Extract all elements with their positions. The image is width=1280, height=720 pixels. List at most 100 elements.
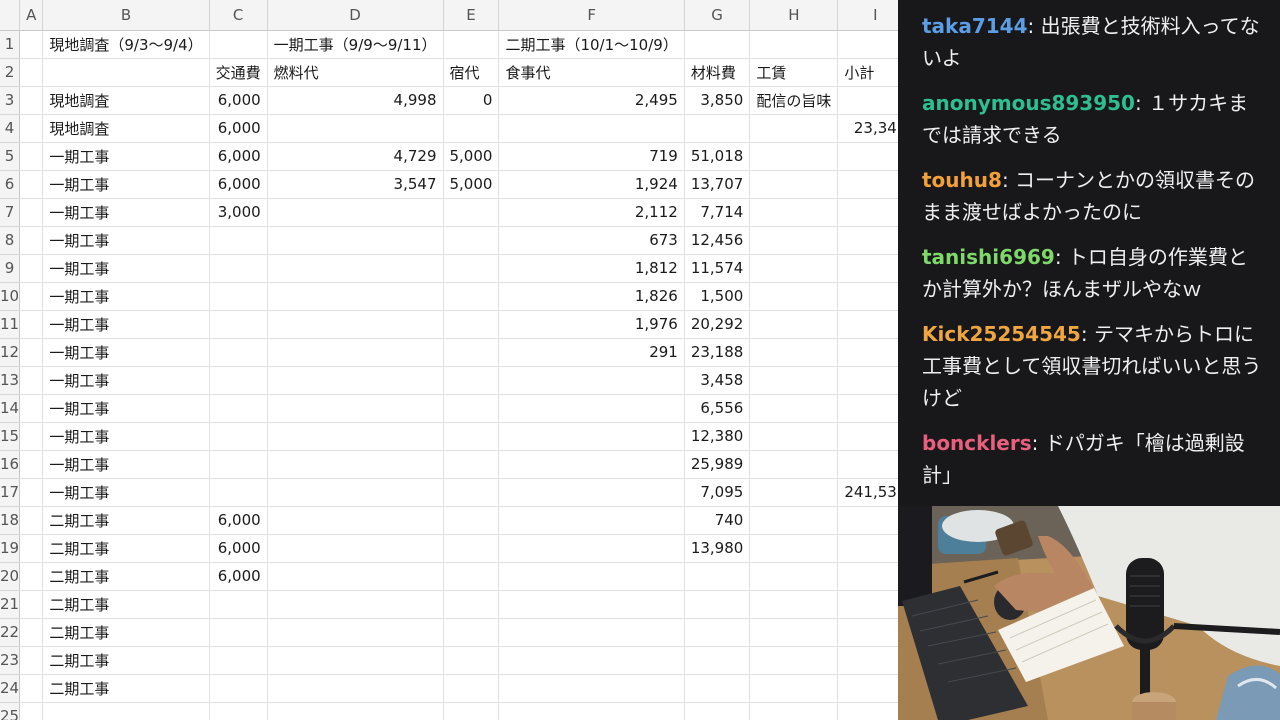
cell-b23[interactable]: 二期工事 [42,646,210,675]
cell-e25[interactable] [443,702,500,720]
cell-d22[interactable] [267,618,444,647]
cell-h12[interactable] [749,338,839,367]
cell-a10[interactable] [19,282,44,311]
cell-c4[interactable]: 6,000 [209,114,268,143]
sheet-grid[interactable]: ABCDEFGHIJK 1 現地調査（9/3～9/4） 一期工事（9/9～9/11）… [0,0,898,720]
cell-e5[interactable]: 5,000 [443,142,500,171]
cell-d19[interactable] [267,534,444,563]
cell-h14[interactable] [749,394,839,423]
cell-f11[interactable]: 1,976 [498,310,685,339]
cell-b18[interactable]: 二期工事 [42,506,210,535]
cell-i20[interactable] [837,562,898,591]
cell-c21[interactable] [209,590,268,619]
cell-i12[interactable] [837,338,898,367]
cell-f20[interactable] [498,562,685,591]
cell-g23[interactable] [684,646,751,675]
chat-username[interactable]: anonymous893950 [922,91,1135,115]
cell-f9[interactable]: 1,812 [498,254,685,283]
cell-f3[interactable]: 2,495 [498,86,685,115]
cell-b9[interactable]: 一期工事 [42,254,210,283]
cell-e3[interactable]: 0 [443,86,500,115]
cell-a9[interactable] [19,254,44,283]
cell-f24[interactable] [498,674,685,703]
cell-c23[interactable] [209,646,268,675]
cell-g18[interactable]: 740 [684,506,751,535]
cell-c10[interactable] [209,282,268,311]
column-header-h[interactable]: H [749,0,839,31]
cell-d21[interactable] [267,590,444,619]
cell-b21[interactable]: 二期工事 [42,590,210,619]
cell-f18[interactable] [498,506,685,535]
cell-d20[interactable] [267,562,444,591]
cell-a18[interactable] [19,506,44,535]
cell-b7[interactable]: 一期工事 [42,198,210,227]
chat-username[interactable]: boncklers [922,431,1032,455]
cell-d15[interactable] [267,422,444,451]
cell-c20[interactable]: 6,000 [209,562,268,591]
cell-a2[interactable] [19,58,44,87]
cell-c24[interactable] [209,674,268,703]
column-header-a[interactable]: A [19,0,44,31]
cell-d13[interactable] [267,366,444,395]
cell-e20[interactable] [443,562,500,591]
cell-b6[interactable]: 一期工事 [42,170,210,199]
cell-f14[interactable] [498,394,685,423]
row-header[interactable]: 23 [0,646,21,675]
row-header[interactable]: 6 [0,170,21,199]
cell-e24[interactable] [443,674,500,703]
cell-c1[interactable] [209,30,268,59]
cell-d6[interactable]: 3,547 [267,170,444,199]
cell-d24[interactable] [267,674,444,703]
cell-i19[interactable] [837,534,898,563]
cell-h1[interactable] [749,30,839,59]
cell-g2[interactable]: 材料費 [684,58,751,87]
column-header-d[interactable]: D [267,0,444,31]
cell-a14[interactable] [19,394,44,423]
spreadsheet[interactable]: ABCDEFGHIJK 1 現地調査（9/3～9/4） 一期工事（9/9～9/11）… [0,0,898,720]
cell-b1[interactable]: 現地調査（9/3～9/4） [42,30,210,59]
cell-a1[interactable] [19,30,44,59]
cell-d2[interactable]: 燃料代 [267,58,444,87]
cell-i22[interactable] [837,618,898,647]
cell-a20[interactable] [19,562,44,591]
cell-g11[interactable]: 20,292 [684,310,751,339]
cell-c3[interactable]: 6,000 [209,86,268,115]
cell-b22[interactable]: 二期工事 [42,618,210,647]
cell-c9[interactable] [209,254,268,283]
cell-b5[interactable]: 一期工事 [42,142,210,171]
cell-e15[interactable] [443,422,500,451]
cell-a3[interactable] [19,86,44,115]
cell-b25[interactable] [42,702,210,720]
cell-b14[interactable]: 一期工事 [42,394,210,423]
cell-g15[interactable]: 12,380 [684,422,751,451]
cell-g21[interactable] [684,590,751,619]
cell-f25[interactable] [498,702,685,720]
row-header[interactable]: 16 [0,450,21,479]
cell-f13[interactable] [498,366,685,395]
cell-h8[interactable] [749,226,839,255]
cell-i15[interactable] [837,422,898,451]
cell-e21[interactable] [443,590,500,619]
cell-a4[interactable] [19,114,44,143]
cell-g4[interactable] [684,114,751,143]
cell-b20[interactable]: 二期工事 [42,562,210,591]
cell-b17[interactable]: 一期工事 [42,478,210,507]
cell-i10[interactable] [837,282,898,311]
row-header[interactable]: 19 [0,534,21,563]
cell-g12[interactable]: 23,188 [684,338,751,367]
cell-f17[interactable] [498,478,685,507]
cell-a6[interactable] [19,170,44,199]
row-header[interactable]: 5 [0,142,21,171]
cell-i13[interactable] [837,366,898,395]
cell-d17[interactable] [267,478,444,507]
column-header-b[interactable]: B [42,0,210,31]
cell-e9[interactable] [443,254,500,283]
cell-i4[interactable]: 23,343 [837,114,898,143]
row-header[interactable]: 7 [0,198,21,227]
cell-c8[interactable] [209,226,268,255]
cell-i2[interactable]: 小計 [837,58,898,87]
cell-b8[interactable]: 一期工事 [42,226,210,255]
cell-e17[interactable] [443,478,500,507]
cell-i9[interactable] [837,254,898,283]
cell-d8[interactable] [267,226,444,255]
